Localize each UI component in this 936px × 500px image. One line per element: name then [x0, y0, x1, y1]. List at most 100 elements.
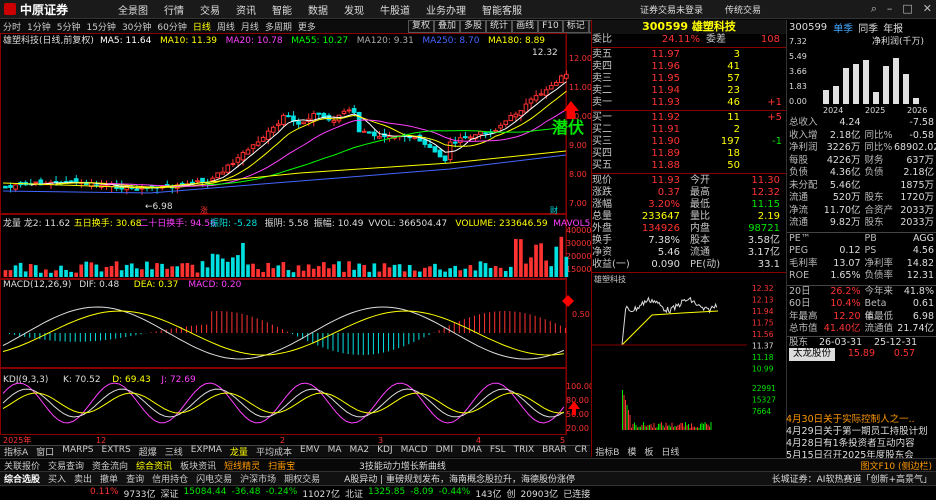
charts-svg[interactable]: 雄塑科技(日线,前复权) MA5: 11.64 MA10: 11.39 MA20: 1… [0, 33, 591, 445]
indicator-tab-16[interactable]: FSL [486, 445, 510, 458]
trade-tab-2[interactable]: 卖出 [70, 472, 96, 485]
menu-item-7[interactable]: 牛股道 [372, 2, 418, 17]
menu-item-2[interactable]: 交易 [192, 2, 228, 17]
info-tab-6[interactable]: 扫雷宝 [264, 459, 299, 472]
indicator-tab-0[interactable]: 指标A [0, 445, 32, 458]
tool-button-2[interactable]: 多股 [460, 20, 487, 33]
period-tab-7[interactable]: 周线 [214, 20, 238, 33]
indicator-tab-7[interactable]: 龙量 [226, 445, 252, 458]
indicator-tab-2[interactable]: MARPS [58, 445, 97, 458]
trade-tab-8[interactable]: 期权交易 [280, 472, 324, 485]
indicator-tab-3[interactable]: EXTRS [98, 445, 135, 458]
trade-tab-6[interactable]: 闪电交易 [192, 472, 236, 485]
indicator-tab-19[interactable]: CR [571, 445, 592, 458]
tool-button-1[interactable]: 叠加 [434, 20, 461, 33]
intraday-volume-bar [629, 415, 631, 430]
tool-button-5[interactable]: F10 [538, 20, 563, 33]
macd-bar [49, 333, 51, 341]
menu-item-4[interactable]: 智能 [264, 2, 300, 17]
indicator-tab-11[interactable]: MA2 [345, 445, 373, 458]
ind-row-3-l2: 负债率 [864, 270, 894, 281]
tool-button-6[interactable]: 标记 [562, 20, 589, 33]
tool-button-0[interactable]: 复权 [408, 20, 435, 33]
indicator-tab-15[interactable]: DMA [457, 445, 486, 458]
menu-item-0[interactable]: 全景图 [110, 2, 156, 17]
info-tab-1[interactable]: 交易查询 [44, 459, 88, 472]
f10-sidebar-tab[interactable]: 图文F10 (侧边栏) [860, 459, 936, 472]
ask-row-0-price: 11.97 [651, 49, 680, 60]
tool-button-4[interactable]: 画线 [512, 20, 539, 33]
period-tab-9[interactable]: 多周期 [262, 20, 295, 33]
volume-bar [150, 269, 154, 277]
candle-body [422, 139, 428, 145]
status-item-14: 已连接 [563, 489, 591, 500]
period-tab-6[interactable]: 日线 [190, 20, 214, 33]
period-tab-1[interactable]: 1分钟 [24, 20, 54, 33]
news-item-1[interactable]: 4月29日关于第一期员工持股计划 [786, 426, 936, 438]
info-tab-3[interactable]: 综合资讯 [132, 459, 176, 472]
macd-signal-icon [562, 295, 574, 307]
trade-login-link[interactable]: 证券交易未登录 [640, 3, 703, 16]
tool-button-3[interactable]: 统计 [486, 20, 513, 33]
search-icon[interactable]: ⌕ [871, 2, 877, 16]
minimize-icon[interactable]: – [887, 2, 893, 16]
period-tab-4[interactable]: 30分钟 [119, 20, 154, 33]
indicator-b-tab-3[interactable]: 日线 [657, 445, 683, 458]
dragon-row[interactable]: 太龙股份 15.89 0.57 [787, 348, 936, 361]
trade-tab-1[interactable]: 买入 [44, 472, 70, 485]
trade-tab-3[interactable]: 撤单 [96, 472, 122, 485]
indicator-tab-6[interactable]: EXPMA [187, 445, 226, 458]
indicator-tab-18[interactable]: BRAR [538, 445, 570, 458]
indicator-b-tab-0[interactable]: 指标B [591, 445, 623, 458]
maximize-icon[interactable]: □ [902, 2, 912, 16]
volume-bar [220, 258, 225, 277]
indicator-b-tab-2[interactable]: 板 [640, 445, 657, 458]
trade-tab-0[interactable]: 综合选股 [0, 472, 44, 485]
info-tab-5[interactable]: 短线精灵 [220, 459, 264, 472]
trade-tab-7[interactable]: 沪深市场 [236, 472, 280, 485]
menu-item-6[interactable]: 发现 [336, 2, 372, 17]
indicator-tab-13[interactable]: MACD [397, 445, 432, 458]
indicator-tab-8[interactable]: 平均成本 [252, 445, 296, 458]
period-tab-3[interactable]: 15分钟 [83, 20, 118, 33]
period-tab-5[interactable]: 60分钟 [154, 20, 189, 33]
fin-tab-1[interactable]: 同季 [858, 20, 878, 35]
stat-value: 98721 [748, 223, 780, 234]
trade-tab-4[interactable]: 查询 [122, 472, 148, 485]
menu-item-9[interactable]: 智能客服 [474, 2, 530, 17]
trade-tab-5[interactable]: 信用持仓 [148, 472, 192, 485]
macd-bar [539, 317, 541, 333]
period-tab-8[interactable]: 月线 [238, 20, 262, 33]
indicator-tab-1[interactable]: 窗口 [32, 445, 58, 458]
indicator-tab-9[interactable]: EMV [296, 445, 324, 458]
menu-item-1[interactable]: 行情 [156, 2, 192, 17]
close-icon[interactable]: ✕ [923, 2, 932, 16]
menu-item-3[interactable]: 资讯 [228, 2, 264, 17]
indicator-tab-10[interactable]: MA [324, 445, 346, 458]
indicator-tab-17[interactable]: TRIX [510, 445, 539, 458]
period-tab-0[interactable]: 分时 [0, 20, 24, 33]
menu-item-8[interactable]: 业务办理 [418, 2, 474, 17]
intraday-mini-chart[interactable]: 12.32 12.13 11.94 11.75 11.56 11.37 11.18 10.99… [592, 284, 787, 435]
indicator-tab-14[interactable]: DMI [432, 445, 457, 458]
info-tab-2[interactable]: 资金流向 [88, 459, 132, 472]
indicator-tab-4[interactable]: 超爆 [135, 445, 161, 458]
news-item-2[interactable]: 4月28日有1条投资者互动内容 [786, 438, 936, 450]
ma-label-1: MA10: 11.39 [160, 36, 217, 46]
period-tab-2[interactable]: 5分钟 [54, 20, 84, 33]
period-tab-10[interactable]: 更多 [295, 20, 319, 33]
news-item-0[interactable]: 4月30日关于实际控制人之一.. [786, 414, 936, 426]
classic-trade-link[interactable]: 传统交易 [725, 3, 761, 16]
menu-item-5[interactable]: 数据 [300, 2, 336, 17]
info-tab-4[interactable]: 板块资讯 [176, 459, 220, 472]
ind-row-0-v2: AGG [912, 232, 934, 244]
indicator-b-tab-1[interactable]: 模 [623, 445, 640, 458]
fin-tab-2[interactable]: 年报 [883, 20, 903, 35]
macd-bar [69, 333, 71, 342]
indicator-tab-12[interactable]: KDJ [373, 445, 397, 458]
volume-bar [38, 272, 43, 277]
info-tab-0[interactable]: 关联报价 [0, 459, 44, 472]
fin-tab-0[interactable]: 单季 [833, 20, 853, 35]
indicator-tab-5[interactable]: 三线 [161, 445, 187, 458]
fin-row-0-l: 总收入 [789, 117, 818, 128]
